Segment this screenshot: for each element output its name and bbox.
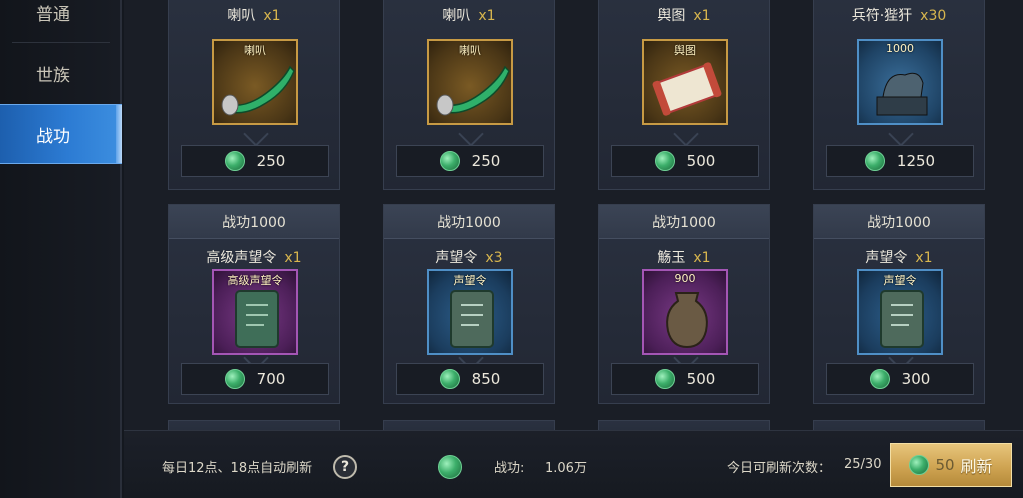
merit-value: 1.06万 bbox=[545, 461, 587, 476]
refresh-cost: 50 bbox=[935, 456, 955, 474]
price-box: 500 bbox=[611, 145, 759, 177]
prestige-token-icon: 高级声望令 bbox=[212, 269, 298, 355]
price-box: 300 bbox=[826, 363, 974, 395]
category-sidebar: 普通 世族 战功 bbox=[0, 0, 122, 498]
tiger-tally-icon: 1000 bbox=[857, 39, 943, 125]
jade-currency-icon bbox=[439, 151, 460, 171]
chevron-icon bbox=[673, 131, 697, 143]
shop-item-card[interactable]: 喇叭 x1 喇叭 250 bbox=[383, 0, 555, 190]
shop-item-card[interactable] bbox=[813, 420, 985, 430]
shop-item-card[interactable]: 战功1000 声望令 x3 声望令 850 bbox=[383, 204, 555, 404]
merit-currency-icon bbox=[438, 455, 462, 479]
price-box: 700 bbox=[181, 363, 329, 395]
item-name: 喇叭 x1 bbox=[442, 8, 496, 24]
jade-currency-icon bbox=[909, 455, 930, 475]
price-value: 250 bbox=[256, 152, 286, 170]
price-value: 250 bbox=[471, 152, 501, 170]
shop-item-card[interactable]: 战功1000 觞玉 x1 900 500 bbox=[598, 204, 770, 404]
horn-icon: 喇叭 bbox=[212, 39, 298, 125]
price-value: 500 bbox=[686, 152, 716, 170]
merit-label: 战功: bbox=[494, 461, 525, 476]
tab-clan[interactable]: 世族 bbox=[0, 43, 122, 103]
chevron-icon bbox=[243, 131, 267, 143]
shop-item-card[interactable] bbox=[383, 420, 555, 430]
jade-currency-icon bbox=[439, 369, 460, 389]
item-name: 声望令 x3 bbox=[435, 250, 503, 266]
prestige-token-icon: 声望令 bbox=[857, 269, 943, 355]
jade-currency-icon bbox=[869, 369, 890, 389]
shop-footer: 每日12点、18点自动刷新 ? 战功: 1.06万 今日可刷新次数： 25/30… bbox=[124, 430, 1023, 498]
card-requirement: 战功1000 bbox=[169, 205, 339, 239]
jade-currency-icon bbox=[224, 369, 245, 389]
horn-icon: 喇叭 bbox=[427, 39, 513, 125]
jade-currency-icon bbox=[224, 151, 245, 171]
shop-item-card[interactable] bbox=[168, 420, 340, 430]
price-value: 500 bbox=[686, 370, 716, 388]
card-requirement: 战功1000 bbox=[599, 205, 769, 239]
map-scroll-icon: 舆图 bbox=[642, 39, 728, 125]
tab-merit[interactable]: 战功 bbox=[0, 104, 122, 164]
price-box: 250 bbox=[181, 145, 329, 177]
tab-label: 战功 bbox=[36, 126, 70, 147]
price-box: 850 bbox=[396, 363, 544, 395]
tab-label: 世族 bbox=[36, 65, 70, 86]
shop-item-card[interactable] bbox=[598, 420, 770, 430]
chevron-icon bbox=[888, 131, 912, 143]
price-box: 500 bbox=[611, 363, 759, 395]
jade-currency-icon bbox=[654, 151, 675, 171]
shop-item-card[interactable]: 战功1000 声望令 x1 声望令 300 bbox=[813, 204, 985, 404]
tab-normal[interactable]: 普通 bbox=[0, 0, 122, 42]
price-box: 1250 bbox=[826, 145, 974, 177]
price-value: 700 bbox=[256, 370, 286, 388]
shop-item-card[interactable]: 兵符·狴犴 x30 1000 1250 bbox=[813, 0, 985, 190]
jade-currency-icon bbox=[654, 369, 675, 389]
refresh-count-label: 今日可刷新次数： bbox=[727, 461, 832, 476]
chevron-icon bbox=[458, 131, 482, 143]
price-box: 250 bbox=[396, 145, 544, 177]
shop-item-card[interactable]: 舆图 x1 舆图 500 bbox=[598, 0, 770, 190]
refresh-button[interactable]: 50 刷新 bbox=[890, 443, 1012, 487]
item-name: 兵符·狴犴 x30 bbox=[851, 8, 947, 24]
card-requirement: 战功1000 bbox=[814, 205, 984, 239]
item-name: 高级声望令 x1 bbox=[206, 250, 302, 266]
item-name: 声望令 x1 bbox=[865, 250, 933, 266]
price-value: 300 bbox=[901, 370, 931, 388]
card-requirement: 战功1000 bbox=[384, 205, 554, 239]
refresh-label: 刷新 bbox=[960, 457, 993, 476]
help-button[interactable]: ? bbox=[333, 455, 357, 479]
item-name: 舆图 x1 bbox=[657, 8, 711, 24]
tab-label: 普通 bbox=[36, 4, 70, 25]
price-value: 1250 bbox=[896, 152, 936, 170]
auto-refresh-note: 每日12点、18点自动刷新 bbox=[162, 461, 313, 476]
shop-grid: 喇叭 x1 喇叭 250 喇叭 x1 喇叭 250 舆图 x1 舆图 500 兵… bbox=[124, 0, 1023, 430]
jade-vase-icon: 900 bbox=[642, 269, 728, 355]
refresh-count-value: 25/30 bbox=[844, 457, 882, 472]
item-name: 觞玉 x1 bbox=[657, 250, 711, 266]
shop-item-card[interactable]: 战功1000 高级声望令 x1 高级声望令 700 bbox=[168, 204, 340, 404]
prestige-token-icon: 声望令 bbox=[427, 269, 513, 355]
price-value: 850 bbox=[471, 370, 501, 388]
jade-currency-icon bbox=[864, 151, 885, 171]
item-name: 喇叭 x1 bbox=[227, 8, 281, 24]
shop-item-card[interactable]: 喇叭 x1 喇叭 250 bbox=[168, 0, 340, 190]
